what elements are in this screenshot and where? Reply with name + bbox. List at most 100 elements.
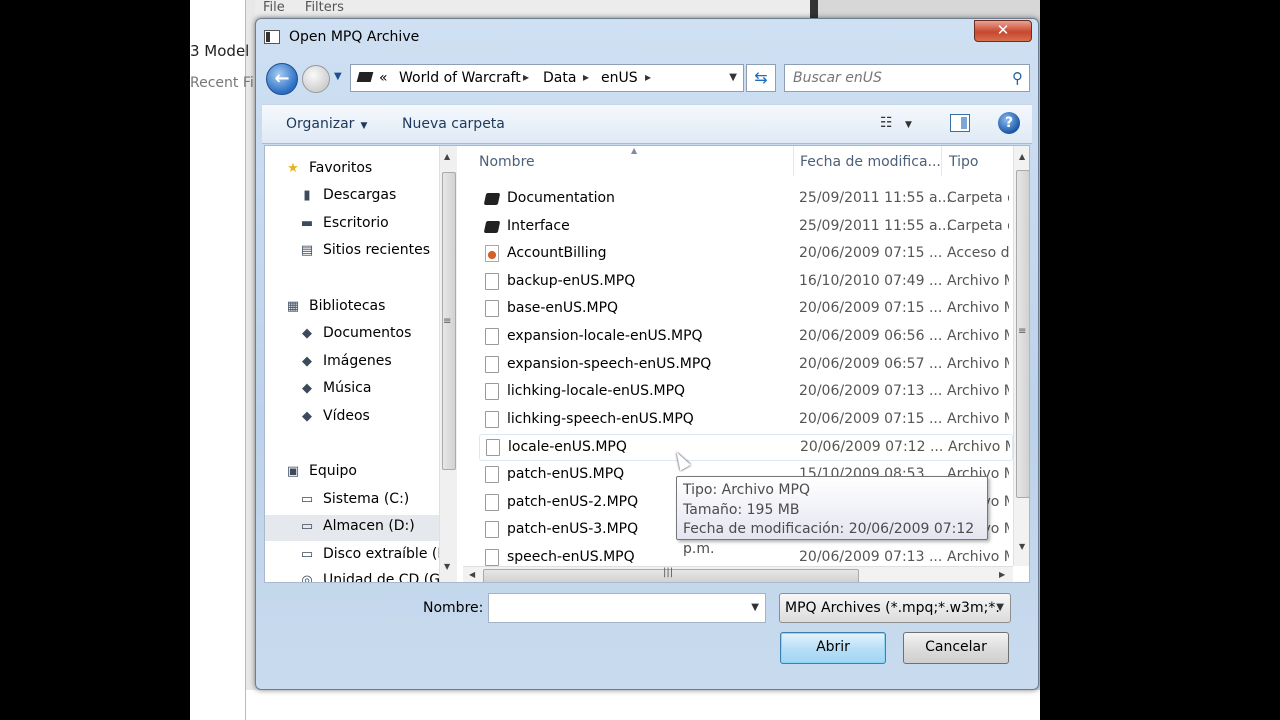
folder-location-icon — [356, 72, 374, 82]
scroll-right-icon[interactable]: ▶ — [999, 570, 1005, 579]
nav-item[interactable]: ★ Favoritos — [265, 157, 439, 183]
nav-item-label: Documentos — [323, 325, 412, 341]
videos-icon: ◆ — [302, 409, 312, 424]
dialog-title: Open MPQ Archive — [289, 29, 420, 45]
file-row[interactable]: locale-enUS.MPQ 20/06/2009 07:12 ... Archi… — [479, 434, 1013, 462]
menu-filters[interactable]: Filters — [305, 0, 344, 15]
drive-icon: ▭ — [300, 492, 314, 507]
cancel-button[interactable]: Cancelar — [903, 632, 1009, 664]
cd-drive-icon: ◎ — [301, 573, 313, 583]
column-header-name[interactable]: Nombre — [479, 154, 535, 170]
nav-item[interactable]: ▤ Sitios recientes — [265, 239, 439, 265]
nav-item[interactable]: ◎ Unidad de CD (G — [265, 569, 439, 583]
organize-button[interactable]: Organizar ▼ — [286, 116, 367, 132]
address-dropdown-icon[interactable]: ▼ — [729, 72, 737, 83]
nav-item-label: Disco extraíble (F — [323, 546, 439, 562]
file-row[interactable]: Interface 25/09/2011 11:55 a...Carpeta d — [479, 214, 1013, 241]
back-button[interactable]: ← — [266, 63, 298, 95]
file-name: patch-enUS-2.MPQ — [507, 493, 639, 510]
chevron-down-icon: ▼ — [905, 120, 912, 130]
details-view-icon: ☷ — [880, 115, 893, 131]
scroll-up-icon[interactable]: ▲ — [1019, 152, 1025, 161]
file-name: lichking-locale-enUS.MPQ — [507, 383, 686, 400]
nav-item[interactable]: ▭ Disco extraíble (F — [265, 543, 439, 569]
breadcrumb-data[interactable]: Data — [543, 70, 576, 86]
scroll-down-icon[interactable]: ▼ — [1019, 542, 1025, 551]
file-row[interactable]: lichking-speech-enUS.MPQ 20/06/2009 07:15… — [479, 407, 1013, 434]
file-row[interactable]: Documentation 25/09/2011 11:55 a... Carpet… — [479, 186, 1013, 213]
nav-item[interactable]: ◆ Música — [265, 377, 439, 403]
file-row[interactable]: backup-enUS.MPQ 16/10/2010 07:49 ... Archi… — [479, 269, 1013, 296]
search-icon[interactable]: ⚲ — [1012, 69, 1023, 87]
forward-button[interactable] — [302, 65, 330, 93]
nav-item[interactable]: ▭ Almacen (D:) — [265, 515, 439, 541]
file-icon — [485, 383, 499, 401]
refresh-icon: ⇆ — [754, 68, 768, 87]
nav-item[interactable]: ▭ Sistema (C:) — [265, 488, 439, 514]
file-row[interactable]: AccountBilling 20/06/2009 07:15 ... Acceso… — [479, 241, 1013, 268]
nav-item[interactable]: ◆ Documentos — [265, 322, 439, 348]
file-icon — [485, 521, 499, 539]
file-list-vertical-scrollbar[interactable]: ▲ ≡ ▼ — [1013, 146, 1029, 566]
column-header-date[interactable]: Fecha de modifica... — [800, 154, 941, 170]
breadcrumb-enus[interactable]: enUS — [601, 70, 638, 86]
nav-item[interactable]: ▬ Escritorio — [265, 212, 439, 238]
navigation-pane: ★ Favoritos ▮ Descargas ▬ Escritorio ▤ Sitios r… — [265, 146, 439, 582]
scroll-left-icon[interactable]: ◀ — [469, 570, 475, 579]
file-name: expansion-locale-enUS.MPQ — [507, 328, 703, 344]
file-icon — [485, 493, 499, 511]
scroll-up-icon[interactable]: ▲ — [444, 152, 450, 161]
file-row[interactable]: lichking-locale-enUS.MPQ 20/06/2009 07:13… — [479, 379, 1013, 406]
file-icon — [485, 300, 499, 318]
change-view-button[interactable]: ☷ ▼ — [880, 115, 912, 131]
back-arrow-icon: ← — [274, 68, 290, 89]
nav-item[interactable]: ▦ Bibliotecas — [265, 295, 439, 321]
column-divider[interactable] — [793, 146, 794, 176]
organize-label: Organizar — [286, 116, 355, 132]
sort-ascending-icon: ▲ — [631, 146, 638, 155]
file-row[interactable]: expansion-locale-enUS.MPQ 20/06/2009 06:5… — [479, 324, 1013, 351]
column-divider[interactable] — [941, 146, 942, 176]
open-button[interactable]: Abrir — [780, 632, 886, 664]
file-type: Archivo M — [947, 355, 1009, 372]
nav-item[interactable]: ◆ Vídeos — [265, 405, 439, 431]
file-date: 20/06/2009 07:15 ... — [799, 410, 943, 427]
file-name: locale-enUS.MPQ — [508, 439, 627, 456]
new-folder-button[interactable]: Nueva carpeta — [402, 116, 505, 132]
file-icon — [485, 355, 499, 373]
file-type-filter[interactable]: MPQ Archives (*.mpq;*.w3m;*. ▼ — [779, 593, 1011, 623]
dialog-titlebar[interactable]: Open MPQ Archive ✕ — [256, 19, 1038, 57]
nav-item[interactable]: ▮ Descargas — [265, 184, 439, 210]
filename-input[interactable]: ▼ — [488, 593, 766, 623]
nav-item-label: Escritorio — [323, 215, 389, 231]
search-input[interactable]: Buscar enUS ⚲ — [784, 64, 1030, 92]
file-type: Archivo M — [947, 410, 1009, 427]
nav-item-label: Almacen (D:) — [323, 518, 415, 534]
filename-dropdown-icon[interactable]: ▼ — [751, 602, 759, 613]
close-button[interactable]: ✕ — [974, 20, 1032, 42]
recent-locations-dropdown-icon[interactable]: ▼ — [334, 71, 342, 82]
nav-item[interactable]: ◆ Imágenes — [265, 350, 439, 376]
breadcrumb-world-of-warcraft[interactable]: World of Warcraft — [399, 70, 521, 86]
file-row[interactable]: base-enUS.MPQ 20/06/2009 07:15 ... Archivo… — [479, 296, 1013, 323]
file-icon — [485, 272, 499, 290]
nav-item[interactable]: ▣ Equipo — [265, 460, 439, 486]
address-bar[interactable]: « World of Warcraft ▸ Data ▸ enUS ▸ ▼ — [350, 64, 744, 92]
background-left-panel — [190, 0, 246, 720]
scroll-down-icon[interactable]: ▼ — [444, 562, 450, 571]
file-row[interactable]: expansion-speech-enUS.MPQ 20/06/2009 06:5… — [479, 352, 1013, 379]
help-icon[interactable]: ? — [998, 112, 1020, 134]
navigation-scrollbar[interactable]: ▲ ≡ ▼ — [439, 146, 457, 582]
window-icon — [264, 30, 280, 44]
breadcrumb-separator-icon[interactable]: ▸ — [645, 70, 651, 84]
file-icon — [485, 548, 499, 566]
file-type: Carpeta d — [947, 190, 1009, 206]
refresh-button[interactable]: ⇆ — [746, 64, 776, 92]
file-list-horizontal-scrollbar[interactable]: ◀ ||| ▶ — [463, 566, 1013, 582]
breadcrumb-overflow[interactable]: « — [379, 70, 388, 86]
breadcrumb-separator-icon[interactable]: ▸ — [523, 70, 529, 84]
breadcrumb-separator-icon[interactable]: ▸ — [583, 70, 589, 84]
preview-pane-icon[interactable] — [950, 114, 970, 132]
column-header-type[interactable]: Tipo — [949, 154, 978, 170]
menu-file[interactable]: File — [263, 0, 285, 15]
